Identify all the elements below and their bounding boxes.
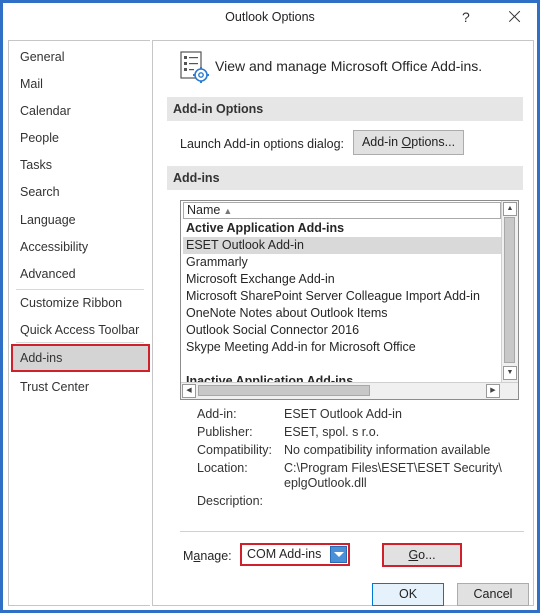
horizontal-scrollbar[interactable]: ◀ ▶	[181, 382, 518, 399]
sidebar-item-quick-access-toolbar[interactable]: Quick Access Toolbar	[9, 317, 148, 343]
sidebar-item-general[interactable]: General	[9, 44, 148, 70]
list-item[interactable]: OneNote Notes about Outlook Items	[183, 305, 501, 322]
sidebar-item-add-ins[interactable]: Add-ins	[11, 344, 150, 372]
title-bar: Outlook Options ?	[3, 3, 537, 33]
location-value-line1: C:\Program Files\ESET\ESET Security\	[284, 461, 502, 475]
outlook-options-dialog: Outlook Options ? General Mail Calendar …	[3, 3, 537, 610]
name-column-header[interactable]: Name ▲	[183, 202, 501, 219]
add-in-label: Add-in:	[197, 407, 237, 421]
sidebar-item-trust-center[interactable]: Trust Center	[9, 374, 148, 400]
compatibility-label: Compatibility:	[197, 443, 273, 457]
options-sidebar: General Mail Calendar People Tasks Searc…	[8, 40, 150, 606]
list-item[interactable]: Outlook Social Connector 2016	[183, 322, 501, 339]
sidebar-item-people[interactable]: People	[9, 125, 148, 151]
go-label: o...	[418, 548, 436, 562]
sidebar-item-language[interactable]: Language	[9, 207, 148, 233]
description-label: Description:	[197, 494, 263, 508]
scroll-up-icon[interactable]: ▲	[503, 202, 517, 216]
list-item[interactable]: Skype Meeting Add-in for Microsoft Offic…	[183, 339, 501, 356]
sidebar-item-search[interactable]: Search	[9, 179, 148, 205]
list-item[interactable]: Grammarly	[183, 254, 501, 271]
location-label: Location:	[197, 461, 248, 475]
list-item[interactable]: Microsoft Exchange Add-in	[183, 271, 501, 288]
launch-add-in-options-label: Launch Add-in options dialog:	[180, 137, 345, 151]
add-ins-panel: View and manage Microsoft Office Add-ins…	[152, 40, 534, 606]
add-ins-settings-icon	[180, 51, 209, 83]
add-in-value: ESET Outlook Add-in	[284, 407, 402, 421]
help-button[interactable]: ?	[462, 9, 470, 25]
sidebar-item-accessibility[interactable]: Accessibility	[9, 234, 148, 260]
ok-button[interactable]: OK	[372, 583, 444, 606]
sort-ascending-icon: ▲	[223, 206, 233, 216]
scroll-right-icon[interactable]: ▶	[486, 384, 500, 398]
sidebar-item-customize-ribbon[interactable]: Customize Ribbon	[9, 290, 148, 316]
column-header-label: Name	[187, 203, 221, 217]
sidebar-item-calendar[interactable]: Calendar	[9, 98, 148, 124]
button-accelerator: O	[401, 135, 412, 149]
add-in-options-button[interactable]: Add-in Options...	[353, 130, 464, 155]
sidebar-divider	[16, 342, 144, 343]
manage-divider	[180, 531, 524, 532]
compatibility-value: No compatibility information available	[284, 443, 491, 457]
sidebar-item-advanced[interactable]: Advanced	[9, 261, 148, 287]
cancel-button[interactable]: Cancel	[457, 583, 529, 606]
go-button[interactable]: Go...	[382, 543, 462, 567]
scroll-down-icon[interactable]: ▼	[503, 366, 517, 380]
horizontal-scroll-thumb[interactable]	[198, 385, 370, 396]
close-button[interactable]	[504, 7, 526, 27]
manage-label-text: nage:	[200, 549, 232, 563]
publisher-label: Publisher:	[197, 425, 253, 439]
button-label: ptions...	[411, 135, 456, 149]
manage-select[interactable]: COM Add-ins	[240, 543, 350, 566]
scroll-left-icon[interactable]: ◀	[182, 384, 196, 398]
manage-label: Manage:	[183, 549, 232, 563]
sidebar-item-mail[interactable]: Mail	[9, 71, 148, 97]
vertical-scroll-thumb[interactable]	[504, 217, 515, 363]
chevron-down-icon[interactable]	[330, 546, 347, 563]
go-accelerator: G	[408, 548, 419, 562]
list-group-header: Inactive Application Add-ins	[186, 374, 354, 382]
list-group-header: Active Application Add-ins	[186, 221, 345, 235]
add-ins-section-header: Add-ins	[167, 166, 523, 190]
sidebar-item-tasks[interactable]: Tasks	[9, 152, 148, 178]
add-in-options-section-header: Add-in Options	[167, 97, 523, 121]
manage-label-text: M	[183, 549, 194, 563]
page-title: View and manage Microsoft Office Add-ins…	[215, 58, 483, 74]
button-label: Add-in	[361, 135, 402, 149]
list-item[interactable]: ESET Outlook Add-in	[183, 237, 501, 254]
list-item[interactable]: Microsoft SharePoint Server Colleague Im…	[183, 288, 501, 305]
publisher-value: ESET, spol. s r.o.	[284, 425, 380, 439]
add-ins-list[interactable]: Name ▲ Active Application Add-ins ESET Ou…	[180, 200, 519, 400]
dialog-title: Outlook Options	[225, 10, 315, 24]
location-value-line2: eplgOutlook.dll	[284, 476, 367, 490]
manage-select-value: COM Add-ins	[247, 547, 322, 561]
vertical-scrollbar[interactable]: ▲ ▼	[501, 201, 518, 382]
